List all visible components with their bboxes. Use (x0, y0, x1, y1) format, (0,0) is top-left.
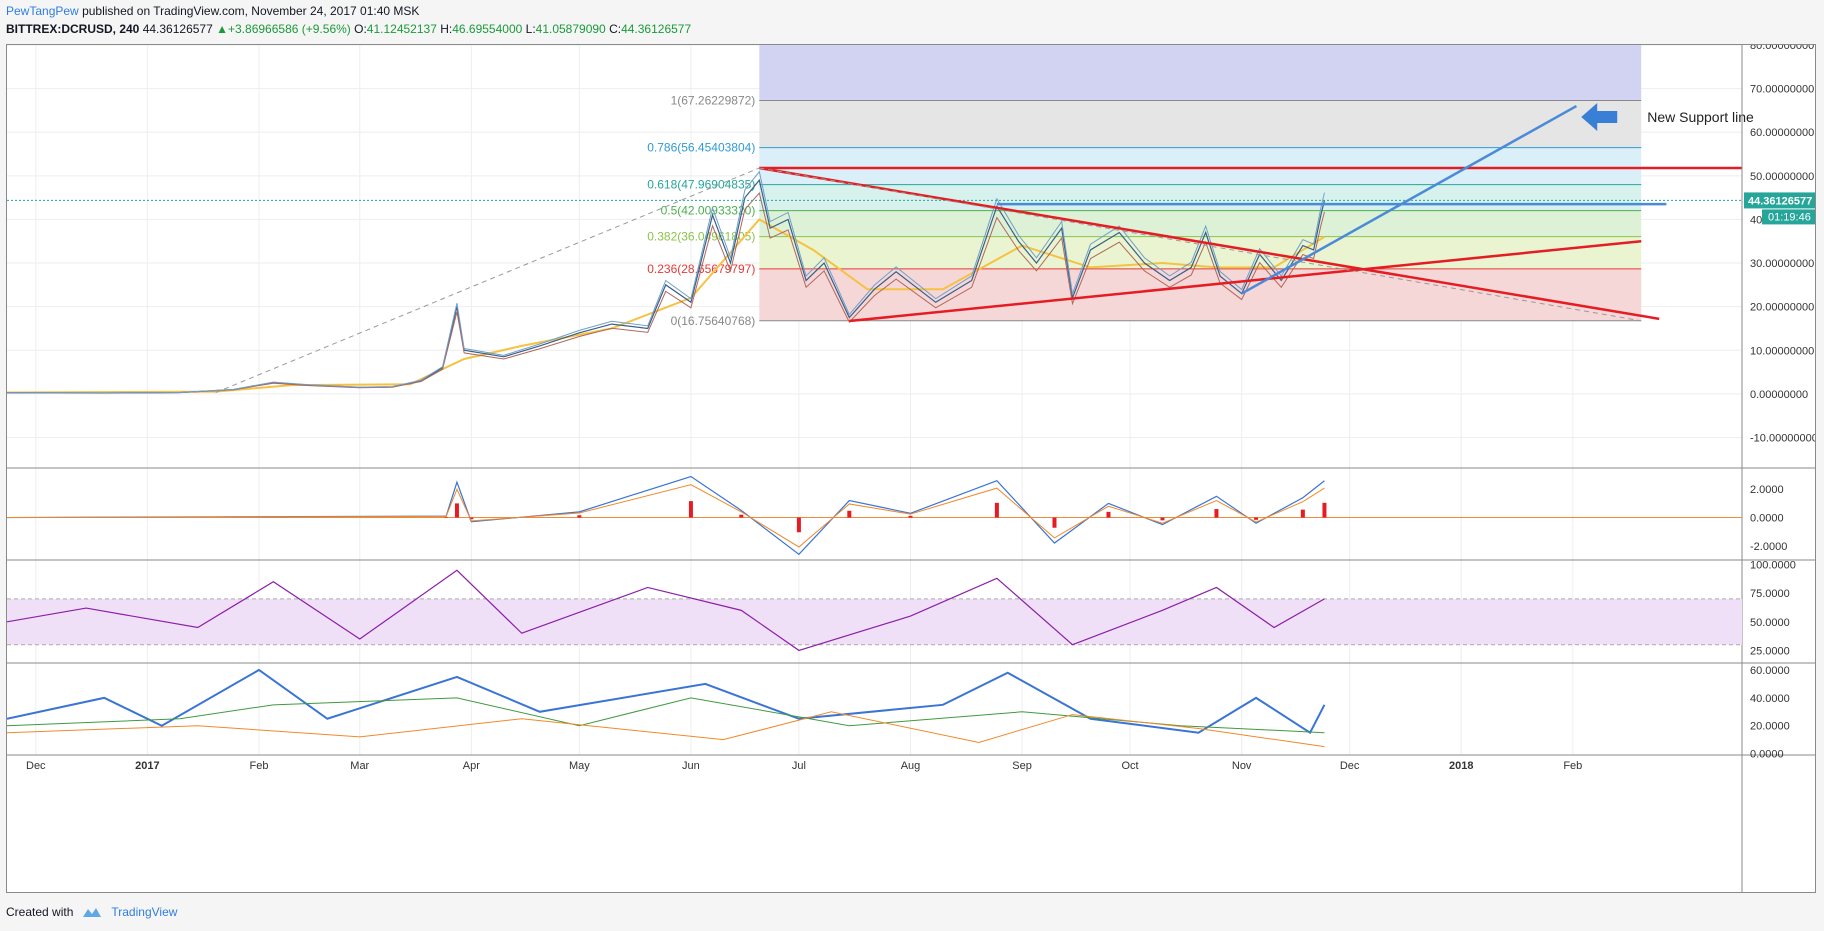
chart-svg[interactable]: 1(67.26229872) 0.786(56.45403804) 0.618(47… (7, 45, 1816, 893)
close-label: C: (609, 22, 622, 36)
dmi-axis-label: 20.0000 (1750, 721, 1790, 733)
price-axis-label: -10.00000000 (1750, 432, 1816, 444)
fib-zone (759, 147, 1642, 185)
time-axis-label: Aug (901, 760, 921, 772)
annotation-text: New Support line (1647, 109, 1754, 125)
time-axis-label: Jul (792, 760, 806, 772)
created-with-text: Created with (6, 905, 74, 919)
time-axis-label: Dec (26, 760, 46, 772)
macd-histogram-bar (444, 516, 449, 518)
fib-zone (759, 45, 1642, 101)
fib-zone (759, 100, 1642, 148)
high-value: 46.69554000 (452, 22, 523, 36)
footer: Created with TradingView (6, 905, 177, 919)
open-value: 41.12452137 (366, 22, 437, 36)
price-axis-label: 10.00000000 (1750, 345, 1814, 357)
rsi-axis-label: 100.0000 (1750, 560, 1796, 572)
last-price-tag-label: 44.36126577 (1748, 195, 1812, 207)
price-axis-label: 30.00000000 (1750, 258, 1814, 270)
dmi-axis-label: 0.0000 (1750, 749, 1784, 761)
publish-info: PewTangPew published on TradingView.com,… (6, 4, 419, 18)
chart-area[interactable]: 1(67.26229872) 0.786(56.45403804) 0.618(47… (6, 44, 1816, 893)
fib-level-label: 0.618(47.96904835) (647, 178, 755, 192)
macd-histogram-bar (739, 514, 744, 518)
macd-histogram-bar (1160, 517, 1165, 521)
macd-histogram-bar (847, 510, 852, 518)
macd-histogram-bar (1106, 511, 1111, 518)
high-label: H: (440, 22, 453, 36)
price-axis-label: 0.00000000 (1750, 389, 1808, 401)
up-arrow-icon: ▲ (216, 22, 229, 36)
countdown-label: 01:19:46 (1768, 211, 1811, 223)
time-axis-label: Jun (682, 760, 700, 772)
fib-zone (759, 184, 1642, 211)
price-axis-label: 50.00000000 (1750, 171, 1814, 183)
open-label: O: (354, 22, 367, 36)
price-axis-label: 70.00000000 (1750, 84, 1814, 96)
fib-level-label: 0(16.75640768) (671, 314, 756, 328)
dmi-axis-label: 60.0000 (1750, 665, 1790, 677)
dmi-line (7, 711, 1325, 748)
dmi-line (7, 668, 1326, 735)
author-link[interactable]: PewTangPew (6, 4, 79, 18)
time-axis-label: 2018 (1449, 760, 1473, 772)
time-axis-label: Apr (463, 760, 480, 772)
macd-axis-label: -2.0000 (1750, 541, 1787, 553)
low-label: L: (525, 22, 536, 36)
trendline-dashed-grey (215, 167, 760, 394)
macd-histogram-bar (1254, 517, 1259, 520)
tradingview-link[interactable]: TradingView (111, 905, 177, 919)
time-axis-label: Oct (1122, 760, 1139, 772)
rsi-axis-label: 50.0000 (1750, 617, 1790, 629)
price-axis-label: 20.00000000 (1750, 302, 1814, 314)
close-value: 44.36126577 (621, 22, 692, 36)
symbol-label[interactable]: BITTREX:DCRUSD, 240 (6, 22, 139, 36)
price-axis-label: 60.00000000 (1750, 127, 1814, 139)
time-axis-label: May (569, 760, 590, 772)
time-axis-label: Feb (1563, 760, 1582, 772)
rsi-axis-label: 75.0000 (1750, 588, 1790, 600)
macd-axis-label: 2.0000 (1750, 484, 1784, 496)
macd-histogram-bar (1214, 509, 1219, 518)
macd-histogram-bar (994, 502, 999, 518)
time-axis-label: Dec (1340, 760, 1360, 772)
tradingview-logo-icon (83, 908, 102, 917)
dmi-axis-label: 40.0000 (1750, 693, 1790, 705)
time-axis-label: Nov (1232, 760, 1252, 772)
macd-line (7, 475, 1325, 556)
time-axis-label: 2017 (135, 760, 159, 772)
macd-histogram-bar (1052, 517, 1057, 528)
macd-histogram-bar (1300, 509, 1305, 518)
macd-histogram-bar (688, 501, 693, 518)
fib-zone (759, 210, 1642, 237)
price-change: +3.86966586 (+9.56%) (228, 22, 351, 36)
publish-text: published on TradingView.com, November 2… (82, 4, 420, 18)
macd-histogram-bar (577, 515, 582, 518)
rsi-axis-label: 25.0000 (1750, 645, 1790, 657)
time-axis-label: Sep (1012, 760, 1032, 772)
price-axis-label: 80.00000000 (1750, 45, 1814, 52)
ohlc-legend: BITTREX:DCRUSD, 240 44.36126577 ▲+3.8696… (6, 22, 691, 36)
low-value: 41.05879090 (535, 22, 606, 36)
fib-level-label: 0.786(56.45403804) (647, 141, 755, 155)
dmi-line (7, 697, 1325, 734)
macd-signal-line (7, 484, 1325, 548)
time-axis-label: Feb (249, 760, 268, 772)
rsi-band (7, 598, 1742, 645)
last-price: 44.36126577 (142, 22, 213, 36)
fib-level-label: 1(67.26229872) (671, 94, 756, 108)
time-axis-label: Mar (350, 760, 369, 772)
macd-histogram-bar (1322, 502, 1327, 518)
macd-histogram-bar (796, 517, 801, 533)
macd-axis-label: 0.0000 (1750, 513, 1784, 525)
macd-histogram-bar (454, 503, 459, 518)
macd-histogram-bar (908, 515, 913, 518)
